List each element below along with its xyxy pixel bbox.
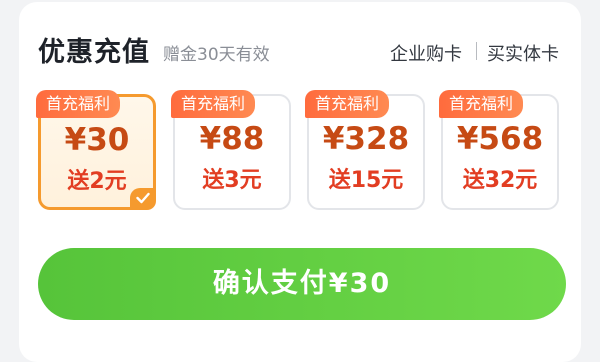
option-bonus: 送15元 (328, 168, 404, 193)
corporate-card-link[interactable]: 企业购卡 (390, 40, 462, 66)
link-divider (476, 42, 477, 60)
option-price: ¥88 (199, 121, 265, 157)
recharge-option-88[interactable]: 首充福利 ¥88 送3元 (171, 90, 291, 210)
physical-card-link[interactable]: 买实体卡 (487, 40, 559, 66)
option-bonus: 送3元 (202, 168, 262, 193)
first-recharge-badge: 首充福利 (171, 90, 256, 118)
confirm-pay-button[interactable]: 确认支付¥30 (38, 248, 566, 320)
first-recharge-badge: 首充福利 (36, 90, 121, 118)
option-price: ¥328 (322, 121, 410, 157)
first-recharge-badge: 首充福利 (305, 90, 390, 118)
recharge-option-328[interactable]: 首充福利 ¥328 送15元 (305, 90, 425, 210)
option-price: ¥568 (456, 121, 544, 157)
bonus-validity-note: 赠金30天有效 (163, 45, 270, 65)
checkmark-icon (130, 188, 156, 210)
recharge-option-568[interactable]: 首充福利 ¥568 送32元 (439, 90, 559, 210)
recharge-option-30[interactable]: 首充福利 ¥30 送2元 (36, 90, 156, 210)
option-price: ¥30 (64, 122, 130, 158)
option-bonus: 送32元 (462, 168, 538, 193)
first-recharge-badge: 首充福利 (439, 90, 524, 118)
section-title: 优惠充值 (38, 37, 150, 68)
